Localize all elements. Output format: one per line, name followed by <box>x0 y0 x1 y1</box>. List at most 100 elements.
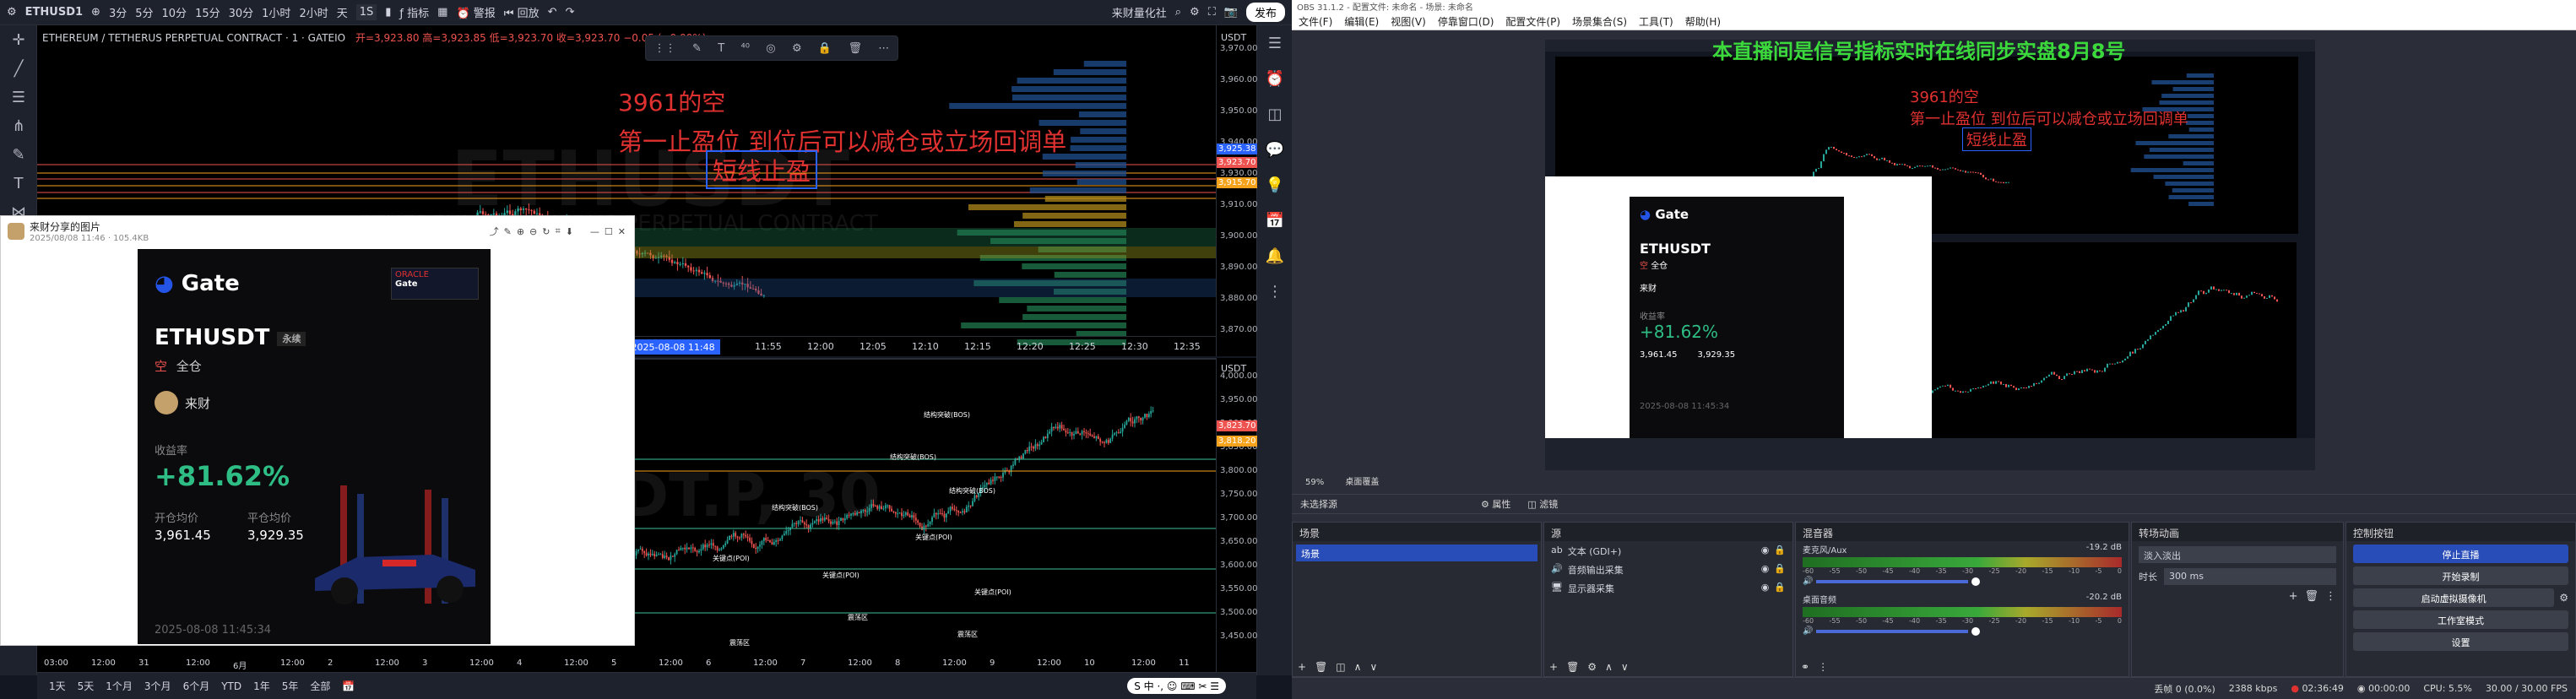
add-icon[interactable]: + <box>2289 590 2298 603</box>
down-icon[interactable]: ∨ <box>1621 661 1629 673</box>
trash-icon[interactable]: 🗑 <box>848 42 862 55</box>
close-icon[interactable]: ✕ <box>618 226 626 237</box>
trash-icon[interactable]: 🗑 <box>2304 590 2318 603</box>
symbol-search[interactable]: ETHUSD1 <box>25 6 83 19</box>
trendline-icon[interactable]: ╱ <box>0 54 37 83</box>
redo-icon[interactable]: ↷ <box>566 6 575 19</box>
more-icon[interactable]: ⋮ <box>1818 661 1828 673</box>
duration-input[interactable]: 300 ms <box>2164 568 2336 585</box>
menu-icon[interactable]: ⚙ <box>7 6 17 19</box>
interval-3m[interactable]: 3分 <box>109 4 127 20</box>
indicators-button[interactable]: ƒ 指标 <box>399 4 429 20</box>
text-icon[interactable]: T <box>718 42 724 55</box>
interval-day[interactable]: 天 <box>337 4 348 20</box>
ime-toolbar[interactable]: S 中 ·, ☺ ⌨ ✂ ☰ <box>1127 678 1226 694</box>
style-icon[interactable]: ◎ <box>766 42 775 55</box>
broker-label[interactable]: 来财量化社 <box>1112 4 1167 20</box>
settings-icon[interactable]: ⚙ <box>1190 6 1200 19</box>
volume-knob[interactable] <box>1971 577 1981 586</box>
eye-icon[interactable]: ◉ <box>1761 545 1770 556</box>
interval-2h[interactable]: 2小时 <box>299 4 328 20</box>
lock-icon[interactable]: 🔒 <box>1774 582 1786 593</box>
menu-docks[interactable]: 停靠窗口(D) <box>1438 14 1494 29</box>
maximize-icon[interactable]: ☐ <box>605 226 613 237</box>
replay-button[interactable]: ⏮ 回放 <box>504 4 540 20</box>
add-icon[interactable]: + <box>1549 661 1558 673</box>
transition-select[interactable]: 淡入淡出 <box>2139 546 2336 563</box>
font-size-icon[interactable]: ⁴⁰ <box>741 42 750 55</box>
layout-icon[interactable]: ▦ <box>437 6 447 19</box>
more-icon[interactable]: ⋮ <box>2325 590 2336 603</box>
stop-stream-button[interactable]: 停止直播 <box>2353 545 2568 563</box>
menu-scene-collection[interactable]: 场景集合(S) <box>1572 14 1627 29</box>
undo-icon[interactable]: ↶ <box>548 6 557 19</box>
menu-view[interactable]: 视图(V) <box>1391 14 1426 29</box>
source-row[interactable]: 🖥 显示器采集 ◉ 🔒 <box>1544 578 1792 597</box>
edit-icon[interactable]: ✎ <box>504 226 512 237</box>
zoom-in-icon[interactable]: ⊕ <box>517 226 524 237</box>
menu-file[interactable]: 文件(F) <box>1299 14 1332 29</box>
price-axis-bottom[interactable]: 4,000.003,950.003,900.003,850.003,800.00… <box>1216 358 1258 672</box>
trash-icon[interactable]: 🗑 <box>1566 661 1579 673</box>
layers-icon[interactable]: ◫ <box>1257 96 1293 132</box>
interval-30m[interactable]: 30分 <box>229 4 254 20</box>
minimize-icon[interactable]: — <box>590 226 599 237</box>
rotate-icon[interactable]: ↻ <box>542 226 550 237</box>
properties-button[interactable]: ⚙ 属性 <box>1481 497 1510 511</box>
search-icon[interactable]: ⌕ <box>1175 6 1181 19</box>
interval-1h[interactable]: 1小时 <box>262 4 290 20</box>
lock-icon[interactable]: 🔒 <box>1774 563 1786 575</box>
settings-icon[interactable]: ⚙ <box>1587 661 1597 673</box>
alert-button[interactable]: ⏰ 警报 <box>456 4 495 20</box>
range-5d[interactable]: 5天 <box>78 679 95 693</box>
range-6m[interactable]: 6个月 <box>183 679 210 693</box>
more-icon[interactable]: ⋯ <box>878 42 889 55</box>
interval-active[interactable]: 1S <box>355 4 377 20</box>
filters-button[interactable]: ◫ 滤镜 <box>1527 497 1558 511</box>
brush-icon[interactable]: ✎ <box>0 140 37 169</box>
zoom-out-icon[interactable]: ⊖ <box>529 226 537 237</box>
studio-mode-button[interactable]: 工作室模式 <box>2353 610 2568 629</box>
settings-button[interactable]: 设置 <box>2353 632 2568 651</box>
volume-knob[interactable] <box>1971 626 1981 636</box>
virtual-camera-button[interactable]: 启动虚拟摄像机 <box>2353 588 2555 607</box>
publish-button[interactable]: 发布 <box>1245 3 1285 22</box>
camera-icon[interactable]: 📷 <box>1224 6 1238 19</box>
interval-5m[interactable]: 5分 <box>135 4 153 20</box>
link-icon[interactable]: ⚭ <box>1801 661 1809 673</box>
price-axis-top[interactable]: 3,970.00 3,960.00 3,950.00 3,940.00 3,930.00… <box>1216 25 1258 356</box>
range-3m[interactable]: 3个月 <box>144 679 171 693</box>
trash-icon[interactable]: 🗑 <box>1315 661 1327 673</box>
watchlist-icon[interactable]: ☰ <box>1257 25 1293 61</box>
drag-handle-icon[interactable]: ⋮⋮ <box>654 42 676 55</box>
pen-icon[interactable]: ✎ <box>692 42 702 55</box>
share-icon[interactable]: ⤴ <box>490 225 499 238</box>
notifications-icon[interactable]: 🔔 <box>1257 238 1293 274</box>
down-icon[interactable]: ∨ <box>1369 661 1377 673</box>
eye-icon[interactable]: ◉ <box>1761 582 1770 593</box>
interval-15m[interactable]: 15分 <box>195 4 220 20</box>
calendar-icon[interactable]: 📅 <box>1257 203 1293 238</box>
range-1m[interactable]: 1个月 <box>106 679 133 693</box>
fullscreen-icon[interactable]: ⛶ <box>1208 6 1216 19</box>
lock-icon[interactable]: 🔒 <box>1774 545 1786 556</box>
text-tool-icon[interactable]: T <box>0 169 37 198</box>
range-all[interactable]: 全部 <box>310 679 330 693</box>
speaker-icon[interactable]: 🔊 <box>1803 626 1813 636</box>
obs-preview[interactable]: 3961的空 第一止盈位 到位后可以减仓或立场回调单 短线止盈 ◕ Gate E… <box>1292 31 2576 474</box>
volume-slider[interactable] <box>1816 629 1969 633</box>
add-icon[interactable]: + <box>1298 661 1306 673</box>
hline-icon[interactable]: ☰ <box>0 83 37 111</box>
chart-type-icon[interactable]: ▮ <box>385 6 391 19</box>
chat-icon[interactable]: 💬 <box>1257 132 1293 167</box>
date-range-icon[interactable]: 📅 <box>342 680 355 692</box>
grid-apps-icon[interactable]: ⋮ <box>1257 274 1293 309</box>
range-1d[interactable]: 1天 <box>49 679 66 693</box>
source-row[interactable]: ab 文本 (GDI+) ◉ 🔒 <box>1544 541 1792 560</box>
alerts-icon[interactable]: ⏰ <box>1257 61 1293 96</box>
start-recording-button[interactable]: 开始录制 <box>2353 566 2568 585</box>
up-icon[interactable]: ∧ <box>1605 661 1613 673</box>
lock-icon[interactable]: 🔒 <box>818 42 832 55</box>
up-icon[interactable]: ∧ <box>1354 661 1362 673</box>
fib-icon[interactable]: ⋔ <box>0 111 37 140</box>
